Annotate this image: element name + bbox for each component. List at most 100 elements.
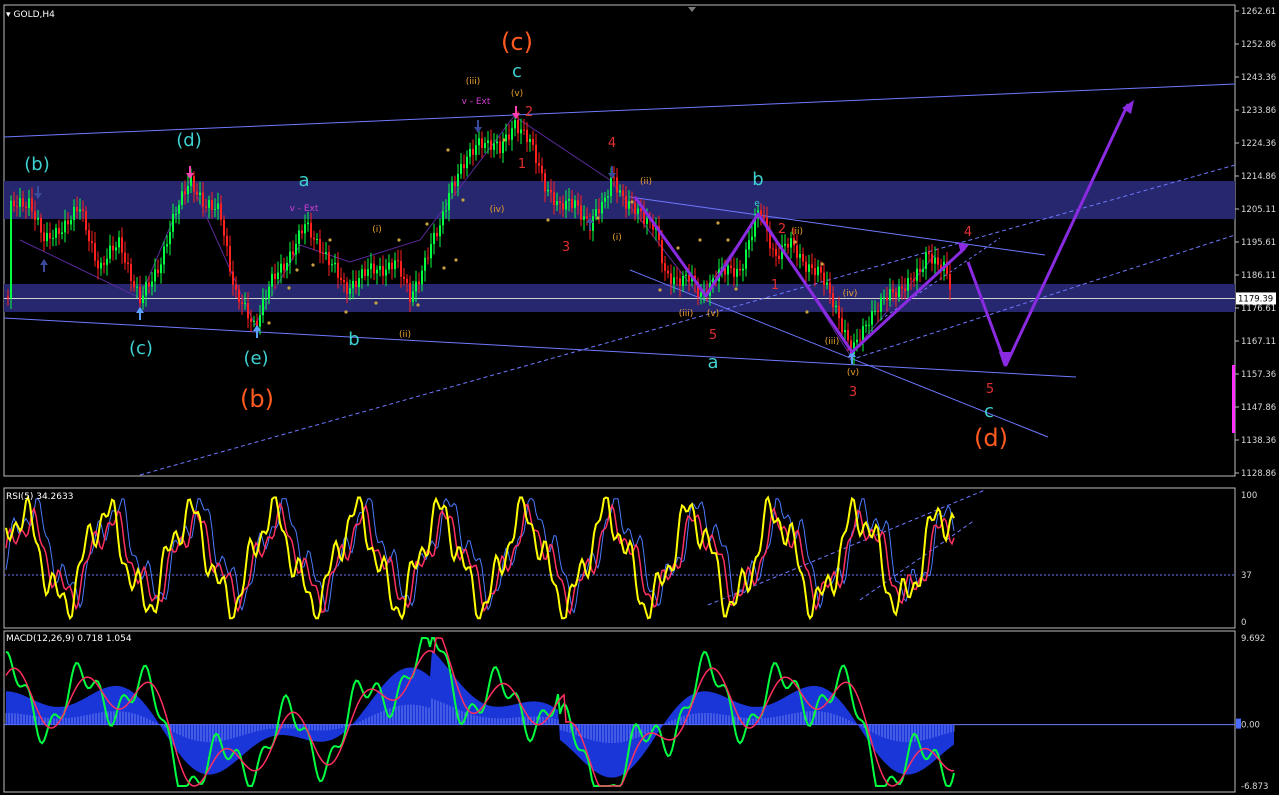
candle-body [253,320,255,322]
candle-body [61,232,63,235]
candle-body [49,233,51,239]
wave-label: (b) [24,154,49,175]
candle-body [949,273,951,290]
candle-body [934,257,936,264]
sub-wave-marker [793,240,797,244]
candle-body [778,255,780,260]
sub-wave-marker [676,246,680,250]
candle-body [199,192,201,196]
candle-body [829,282,831,294]
candle-body [208,200,210,208]
candle-body [121,237,123,253]
candle-body [841,318,843,333]
wave-label: 3 [849,385,857,400]
candle-body [550,189,552,193]
candle-body [559,201,561,204]
wave-label: b [348,329,359,350]
candle-body [811,264,813,269]
candle-body [388,262,390,270]
candle-body [178,205,180,214]
candle-body [499,141,501,153]
candle-body [265,298,267,300]
down-arrow-icon [474,120,482,133]
chart-menu-arrow-icon[interactable]: ▾ [6,10,11,20]
candle-body [664,263,666,271]
rsi-trend-line [859,519,976,601]
candle-body [748,240,750,250]
candle-body [430,244,432,259]
wave-label: (v) [511,89,523,99]
candle-body [211,200,213,210]
wave-label: (iii) [679,309,694,319]
candle-body [376,269,378,274]
candle-body [859,339,861,341]
candle-body [157,269,159,274]
candle-body [112,245,114,251]
candle-body [202,192,204,207]
candle-body [532,139,534,145]
candle-body [70,220,72,225]
candle-body [583,216,585,220]
candle-body [937,257,939,265]
candle-body [487,140,489,143]
candle-body [472,148,474,155]
wave-label: (ii) [640,177,652,187]
candle-body [901,286,903,289]
candle-body [109,245,111,259]
candle-body [592,216,594,231]
candle-body [175,213,177,215]
sub-wave-marker [630,200,634,204]
candle-body [196,191,198,196]
wave-label: 2 [525,105,533,120]
candle-body [73,207,75,221]
candle-body [103,262,105,265]
candle-body [391,262,393,269]
candle-body [331,264,333,266]
candle-body [880,297,882,312]
candle-body [913,279,915,281]
candle-body [94,243,96,261]
sub-wave-marker [442,266,446,270]
candle-body [586,216,588,219]
candle-body [409,283,411,302]
sub-wave-marker [461,198,465,202]
candle-body [229,246,231,272]
candle-body [544,173,546,192]
candle-body [217,203,219,209]
candle-body [130,264,132,281]
candle-body [373,263,375,274]
wave-label: (d) [974,424,1008,452]
candle-body [622,190,624,196]
candle-body [553,192,555,206]
candle-body [904,288,906,291]
sub-wave-marker [698,238,702,242]
candle-body [139,286,141,304]
candle-body [820,266,822,273]
candle-body [454,182,456,187]
candle-body [319,238,321,253]
candle-body [907,278,909,291]
candle-body [16,206,18,208]
candle-body [358,278,360,288]
candle-body [877,310,879,312]
candle-body [133,280,135,288]
candle-body [787,243,789,248]
candle-body [193,176,195,192]
candle-body [64,220,66,233]
side-marker-bar [1232,365,1235,433]
wave-label: (iii) [466,77,481,87]
candle-body [271,273,273,287]
candle-body [268,286,270,299]
macd-title: MACD(12,26,9) 0.718 1.054 [6,634,132,644]
candle-body [643,211,645,224]
candle-body [796,245,798,258]
candle-body [106,258,108,265]
sub-wave-marker [658,288,662,292]
candle-body [466,156,468,169]
candle-body [469,148,471,157]
candle-body [541,165,543,174]
candle-body [925,252,927,269]
candle-body [814,268,816,276]
candle-body [823,272,825,285]
candle-body [283,263,285,271]
